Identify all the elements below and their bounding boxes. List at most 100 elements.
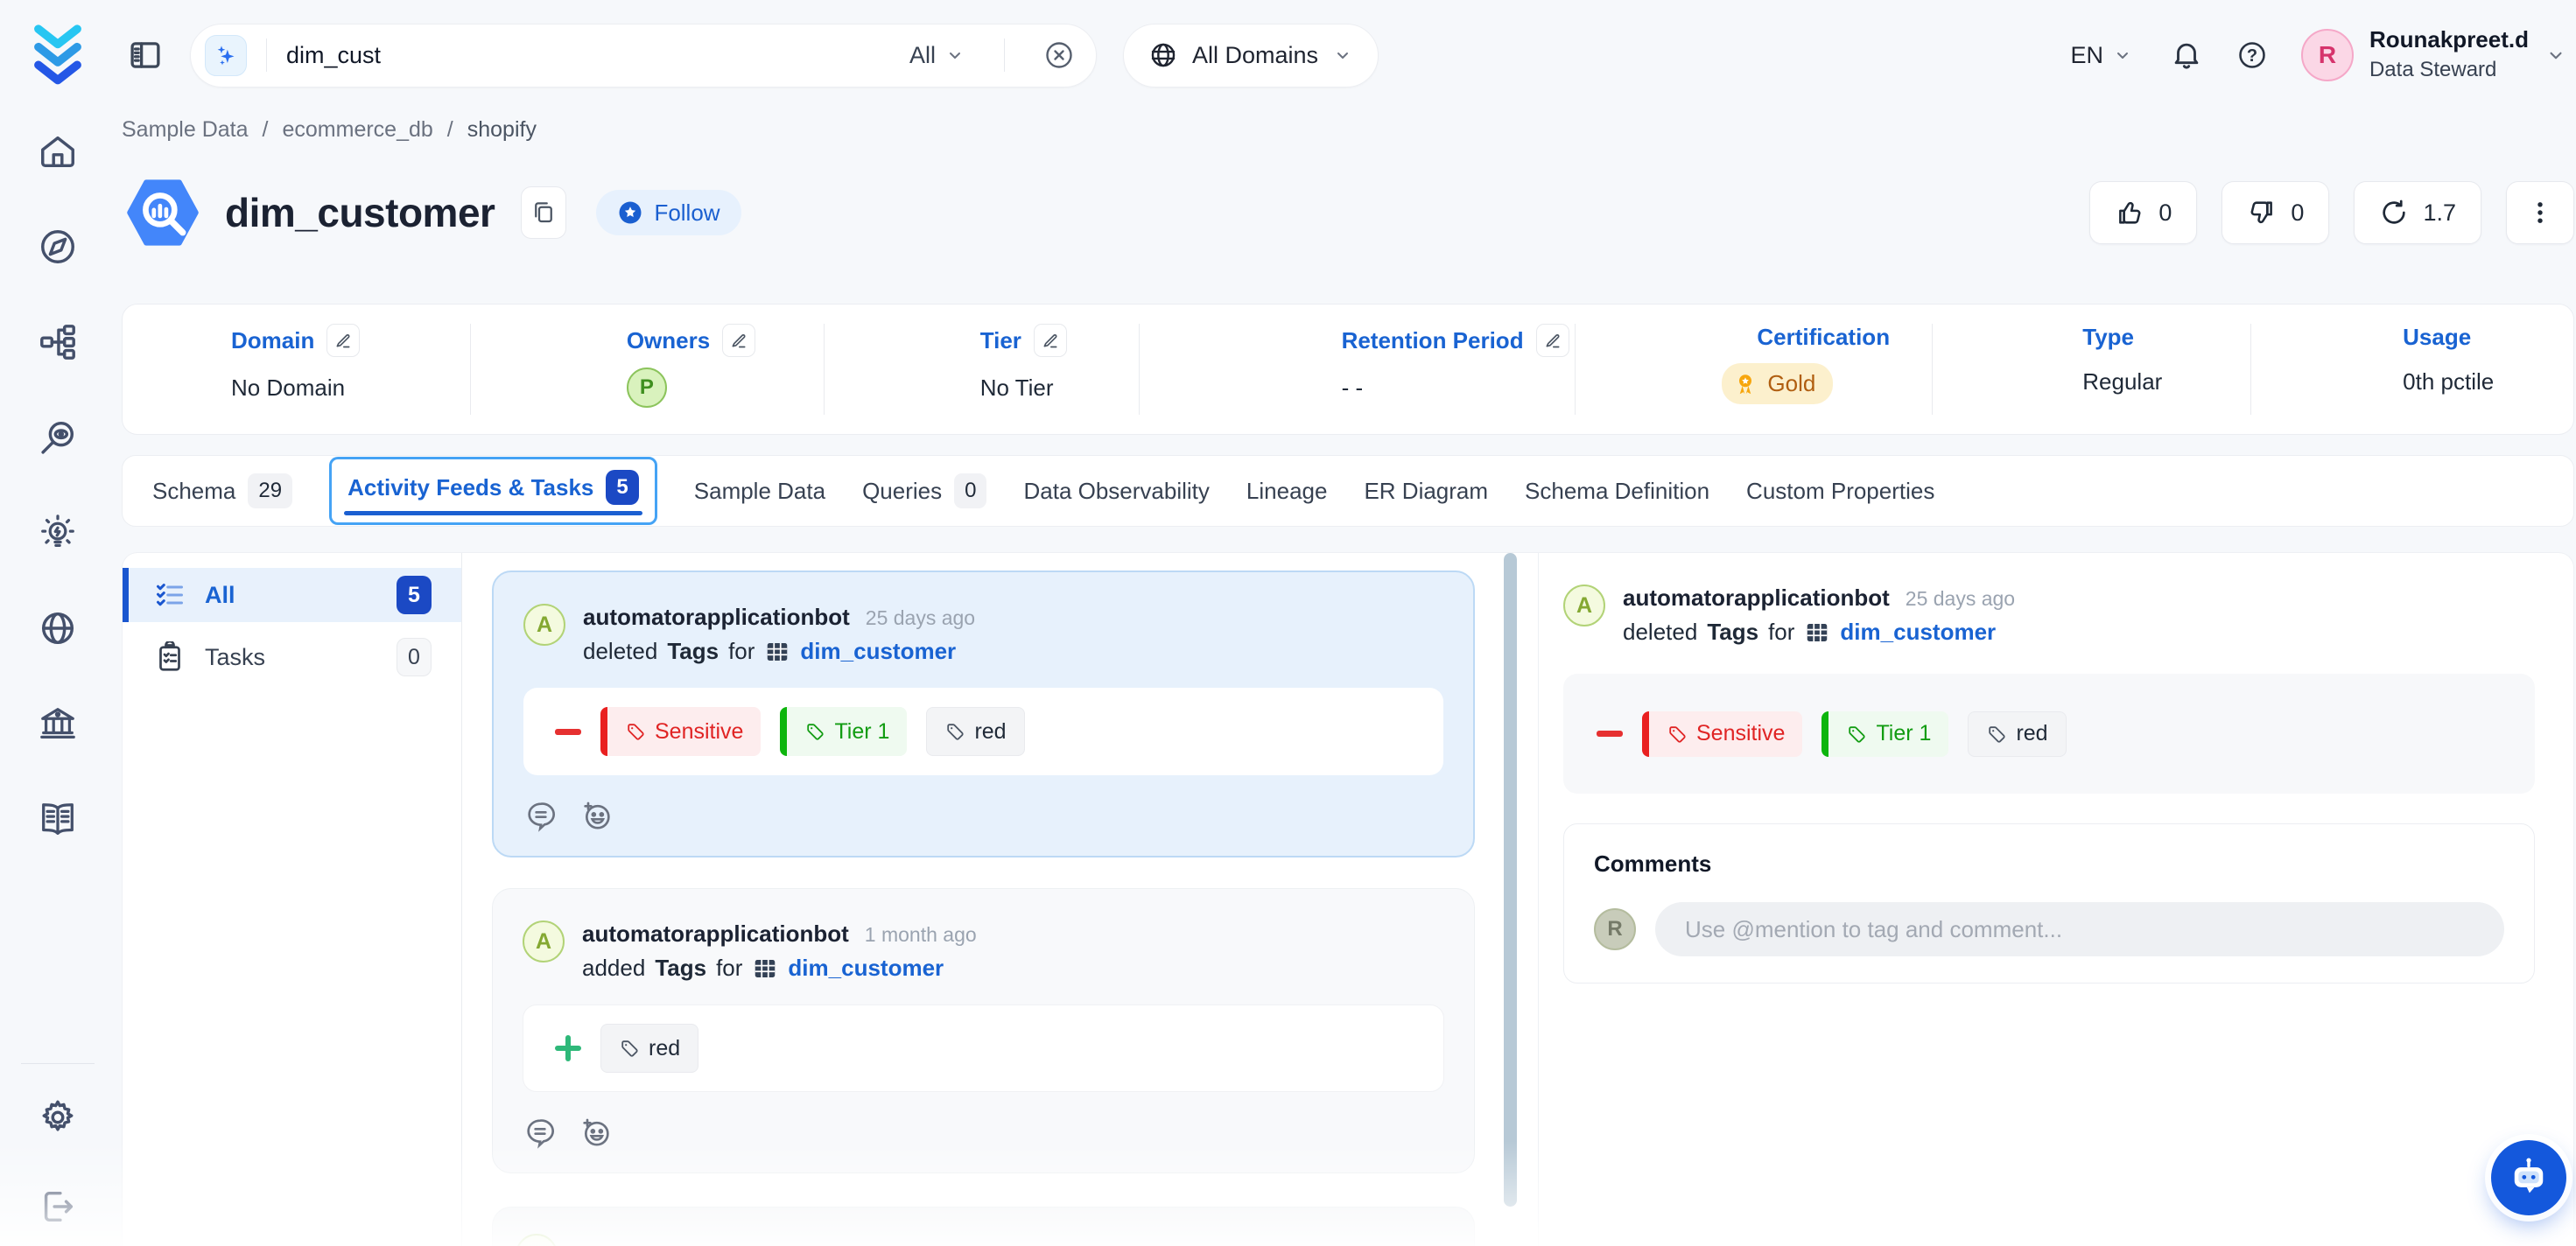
user-profile-menu[interactable]: R Rounakpreet.d Data Steward [2301,25,2567,84]
tab-schema-definition[interactable]: Schema Definition [1525,478,1709,505]
chevron-down-icon [944,45,965,66]
domain-label[interactable]: Domain [231,327,314,354]
tab-label: Activity Feeds & Tasks [347,474,593,501]
app-logo-icon[interactable] [25,19,91,86]
sidebar-collapse-icon[interactable] [127,37,164,74]
add-reaction-icon[interactable] [579,798,614,833]
add-reaction-icon[interactable] [579,1115,614,1150]
tag-chip-tier1: Tier 1 [1821,711,1948,757]
feed-author[interactable]: automatorapplicationbot [582,920,849,948]
feed-entity-link[interactable]: dim_customer [800,638,956,665]
more-options-kebab-icon[interactable] [2506,181,2574,244]
comment-input[interactable] [1655,902,2504,956]
global-search-bar[interactable]: All [190,24,1097,88]
tab-custom-properties[interactable]: Custom Properties [1746,478,1934,505]
user-role: Data Steward [2369,55,2529,85]
tab-data-observability[interactable]: Data Observability [1023,478,1209,505]
downvote-button[interactable]: 0 [2222,181,2329,244]
retention-label[interactable]: Retention Period [1342,327,1524,354]
detail-tag-change-box: Sensitive Tier 1 red [1563,674,2535,794]
tag-icon [944,721,965,742]
tab-sample-data[interactable]: Sample Data [694,478,825,505]
help-glyph: ? [2236,40,2268,72]
logout-icon[interactable] [38,1186,78,1227]
thumbs-down-icon [2247,198,2277,228]
tab-label: Queries [862,478,942,505]
governance-bank-icon[interactable] [38,704,78,744]
feed-card-partial[interactable] [492,1207,1475,1246]
chat-assistant-button[interactable] [2491,1140,2566,1215]
feed-filter-all[interactable]: All 5 [123,568,461,622]
version-history-button[interactable]: 1.7 [2354,181,2481,244]
table-icon [752,956,778,982]
feed-filter-tasks[interactable]: Tasks 0 [123,630,461,684]
tier-label[interactable]: Tier [980,327,1021,354]
feed-filter-all-count: 5 [397,576,432,614]
edit-owners-pencil-icon[interactable] [722,324,755,357]
language-dropdown[interactable]: EN [2070,42,2133,69]
breadcrumb-item-service[interactable]: Sample Data [122,117,249,143]
lineage-flow-icon[interactable] [38,322,78,362]
feed-preposition: for [728,638,755,665]
notifications-bell-icon[interactable] [2170,38,2203,72]
tab-activity-feeds-active[interactable]: Activity Feeds & Tasks 5 [329,457,657,525]
certification-label[interactable]: Certification [1757,324,1890,351]
tag-name: Sensitive [1696,721,1785,746]
ai-sparkle-icon[interactable] [205,35,247,76]
tag-chip-red: red [926,707,1024,756]
glossary-book-icon[interactable] [38,799,78,839]
feed-card-deleted-tags[interactable]: A automatorapplicationbot 25 days ago de… [492,570,1475,858]
settings-gear-icon[interactable] [38,1097,78,1138]
edit-domain-pencil-icon[interactable] [326,324,360,357]
user-name: Rounakpreet.d [2369,25,2529,55]
tag-icon [804,721,825,742]
app-root: All All Domains EN ? R [0,0,2576,1246]
comments-title: Comments [1594,850,2504,878]
owner-avatar[interactable]: P [627,368,667,408]
follow-label: Follow [654,200,719,227]
entity-metadata-bar: Domain No Domain Owners P Tier No Tier R… [122,304,2574,435]
comments-section: Comments R [1563,823,2535,984]
copy-name-button[interactable] [521,186,566,239]
breadcrumb-item-database[interactable]: ecommerce_db [282,117,432,143]
owners-label[interactable]: Owners [627,327,710,354]
comment-bubble-icon[interactable] [523,798,558,833]
explore-compass-icon[interactable] [38,227,78,267]
domains-globe-icon[interactable] [38,608,78,648]
feed-filter-tasks-count: 0 [397,638,432,676]
tab-lineage[interactable]: Lineage [1246,478,1328,505]
upvote-button[interactable]: 0 [2089,181,2197,244]
comment-bubble-icon[interactable] [523,1115,558,1150]
edit-retention-pencil-icon[interactable] [1536,324,1569,357]
feed-entity-link[interactable]: dim_customer [788,955,944,982]
search-scope-dropdown[interactable]: All [909,42,965,69]
feed-card-added-tags[interactable]: A automatorapplicationbot 1 month ago ad… [492,888,1475,1173]
edit-tier-pencil-icon[interactable] [1034,324,1067,357]
domains-filter-dropdown[interactable]: All Domains [1123,24,1379,88]
insights-bulb-icon[interactable] [38,513,78,553]
search-clear-icon[interactable] [1043,39,1075,71]
tab-schema[interactable]: Schema 29 [152,473,292,508]
help-icon[interactable]: ? [2236,39,2268,71]
tab-queries[interactable]: Queries 0 [862,473,986,508]
tier-value: No Tier [980,374,1139,402]
search-input[interactable] [286,42,909,69]
tab-label: Sample Data [694,478,825,505]
globe-icon [1148,40,1178,70]
observability-search-eye-icon[interactable] [38,417,78,458]
detail-entity-link[interactable]: dim_customer [1840,619,1996,646]
usage-label[interactable]: Usage [2403,324,2471,351]
usage-value: 0th pctile [2403,368,2573,396]
feed-scrollbar[interactable] [1504,553,1517,1207]
breadcrumb-item-schema[interactable]: shopify [467,117,537,143]
feed-filter-tasks-label: Tasks [205,644,265,671]
tab-er-diagram[interactable]: ER Diagram [1364,478,1488,505]
follow-button[interactable]: Follow [596,190,741,235]
type-label[interactable]: Type [2082,324,2134,351]
feed-author[interactable]: automatorapplicationbot [583,604,850,631]
tag-chip-sensitive: Sensitive [1642,711,1802,757]
user-avatar[interactable]: R [2301,29,2354,81]
copy-icon [530,200,557,226]
detail-author[interactable]: automatorapplicationbot [1623,584,1890,612]
home-icon[interactable] [38,131,78,172]
